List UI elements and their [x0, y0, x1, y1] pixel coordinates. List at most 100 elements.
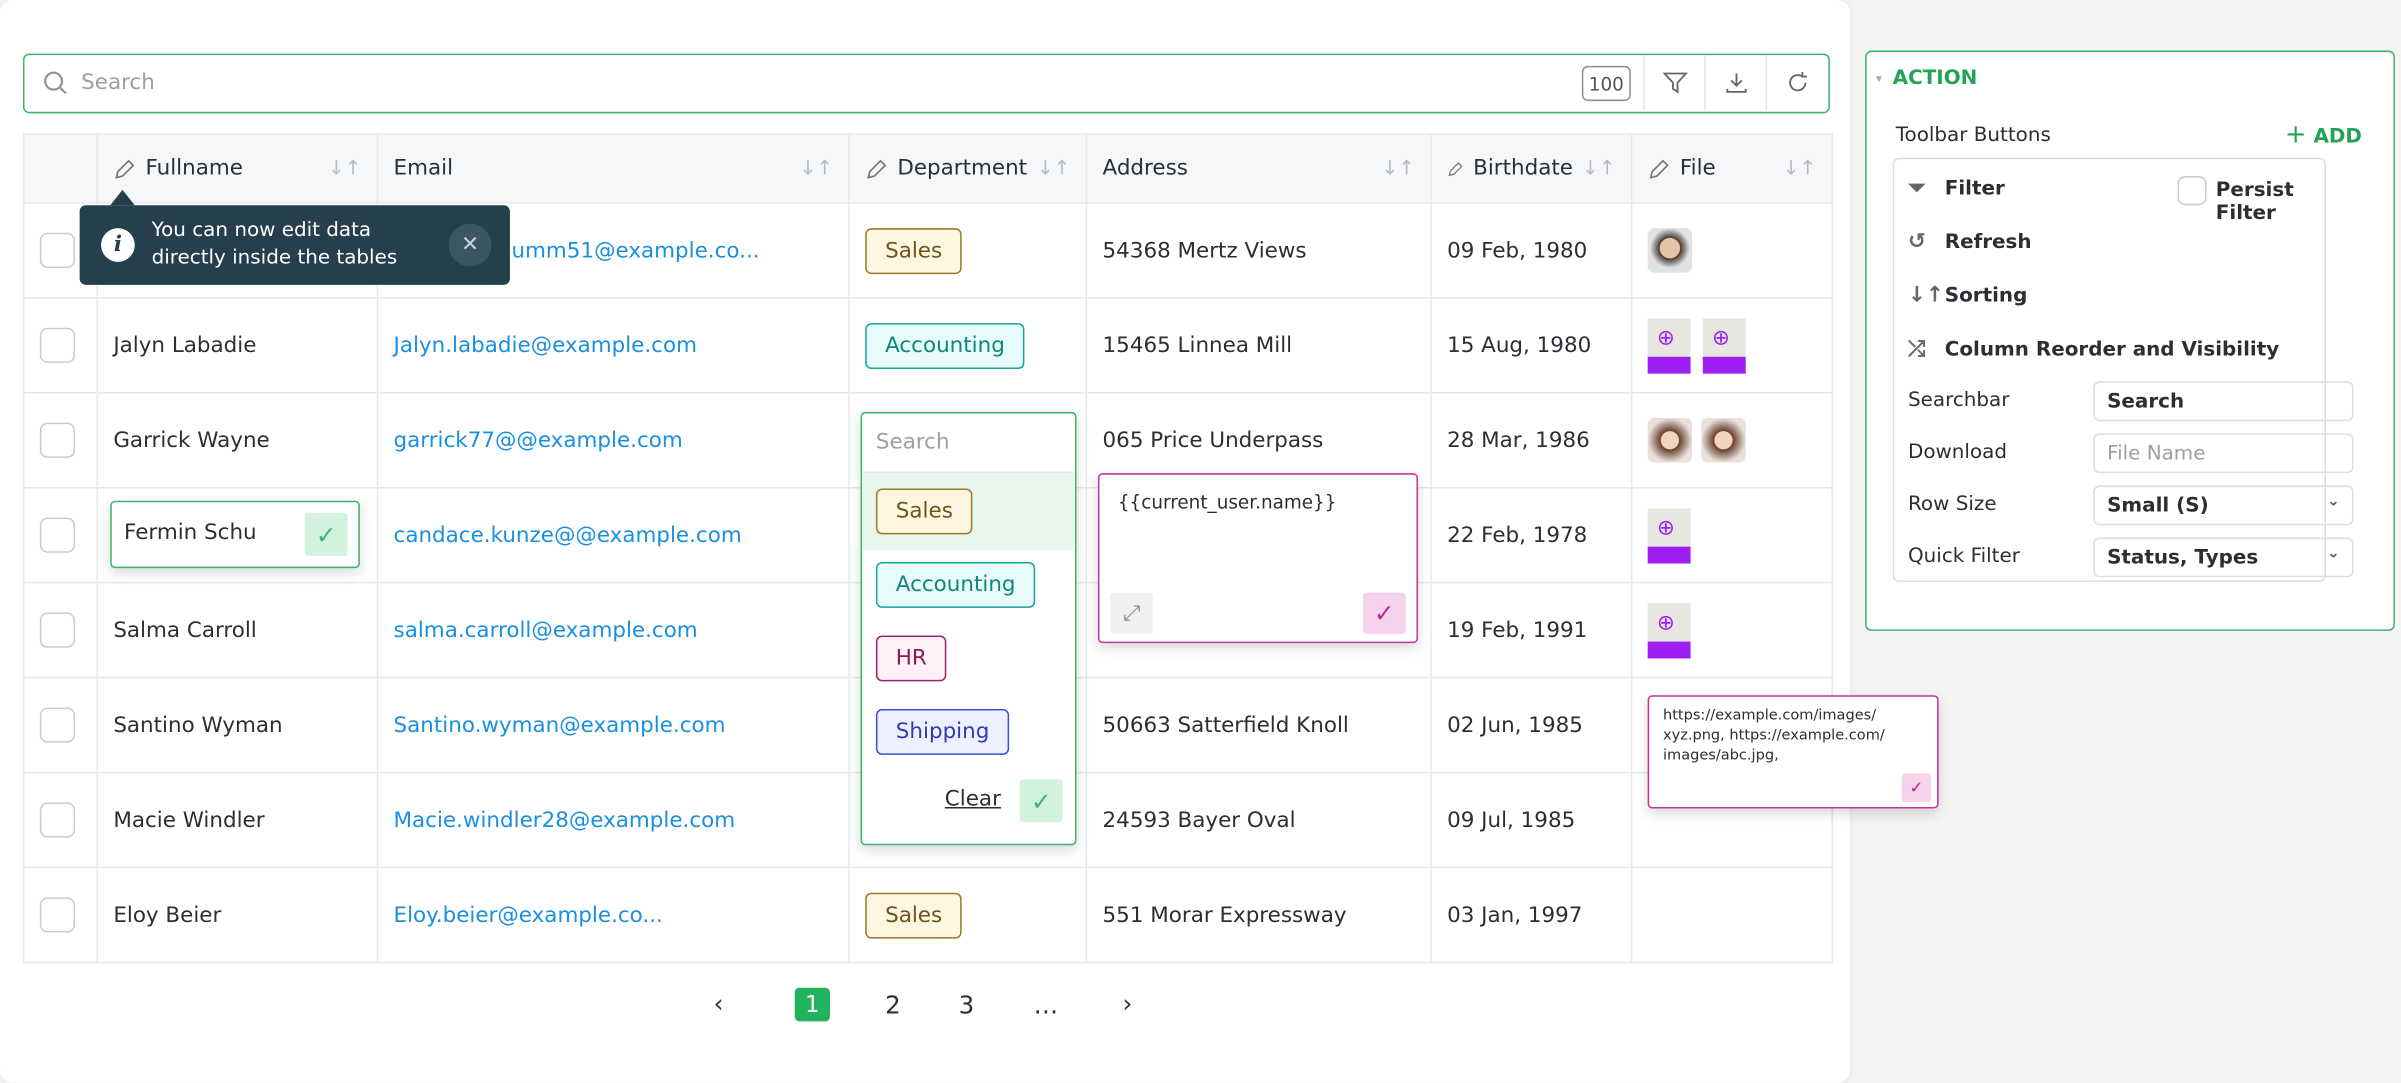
row-count-badge[interactable]: 100 — [1581, 65, 1631, 102]
email-cell[interactable]: salma.carroll@example.com — [376, 581, 850, 679]
toolbar-button-refresh[interactable]: ↺ Refresh — [1908, 230, 2032, 255]
department-option-shipping[interactable]: Shipping — [875, 708, 1010, 755]
email-link[interactable]: garrick77@@example.com — [394, 428, 683, 453]
fullname-cell[interactable]: Garrick Wayne — [96, 392, 379, 489]
column-header-fullname[interactable]: Fullname ↓↑ — [96, 133, 379, 204]
page-button-1[interactable]: 1 — [794, 987, 830, 1022]
email-link[interactable]: Santino.wyman@example.com — [394, 713, 726, 738]
toolbar-button-filter[interactable]: ⏷ Filter — [1908, 176, 2005, 201]
fullname-cell[interactable]: Salma Carroll — [96, 581, 379, 679]
fullname-cell[interactable]: Jalyn Labadie — [96, 297, 379, 394]
url-file-icon[interactable]: ⊕ — [1647, 507, 1691, 563]
row-checkbox[interactable] — [39, 327, 76, 363]
confirm-button[interactable]: ✓ — [1362, 592, 1406, 634]
birthdate-cell[interactable]: 02 Jun, 1985 — [1430, 676, 1633, 774]
fullname-editor[interactable]: Fermin Schu ✓ — [110, 500, 360, 569]
expand-button[interactable]: ⤢ — [1110, 592, 1154, 634]
confirm-button[interactable]: ✓ — [1901, 773, 1931, 803]
fullname-input[interactable]: Fermin Schu — [124, 521, 257, 546]
email-link[interactable]: umm51@example.co... — [511, 238, 759, 263]
toolbar-button-sorting[interactable]: ↓↑ Sorting — [1908, 283, 2027, 308]
column-header-email[interactable]: Email ↓↑ — [376, 133, 850, 204]
filter-button[interactable] — [1643, 55, 1704, 111]
department-cell[interactable]: Sales — [848, 866, 1088, 964]
url-file-icon[interactable]: ⊕ — [1702, 317, 1746, 373]
fullname-cell[interactable]: Eloy Beier — [96, 866, 379, 964]
email-link[interactable]: salma.carroll@example.com — [394, 618, 698, 643]
url-file-icon[interactable]: ⊕ — [1647, 317, 1691, 373]
file-cell[interactable]: ⊕ — [1630, 581, 1833, 679]
file-cell[interactable] — [1630, 392, 1833, 489]
file-cell[interactable]: ⊕ ⊕ — [1630, 297, 1833, 394]
row-checkbox[interactable] — [39, 517, 76, 553]
sort-icon[interactable]: ↓↑ — [1783, 157, 1816, 180]
page-button-3[interactable]: 3 — [959, 991, 975, 1020]
department-cell[interactable]: Accounting — [848, 297, 1088, 394]
fullname-cell[interactable]: Santino Wyman — [96, 676, 379, 774]
sort-icon[interactable]: ↓↑ — [1582, 157, 1615, 180]
file-cell[interactable] — [1630, 202, 1833, 299]
column-header-department[interactable]: Department ↓↑ — [848, 133, 1088, 204]
file-cell[interactable] — [1630, 866, 1833, 964]
email-cell[interactable]: candace.kunze@@example.com — [376, 486, 850, 584]
quick-filter-select[interactable]: Status, Types ⌄ — [2093, 537, 2354, 578]
email-cell[interactable]: Eloy.beier@example.co... — [376, 866, 850, 964]
page-button-2[interactable]: 2 — [885, 991, 901, 1020]
sort-icon[interactable]: ↓↑ — [328, 157, 361, 180]
row-checkbox[interactable] — [39, 897, 76, 933]
address-cell[interactable]: 50663 Satterfield Knoll — [1085, 676, 1432, 774]
search-bar[interactable]: Search 100 — [22, 53, 1830, 114]
persist-filter-checkbox[interactable] — [2177, 176, 2207, 206]
department-option-sales[interactable]: Sales — [875, 488, 973, 535]
birthdate-cell[interactable]: 09 Jul, 1985 — [1430, 771, 1633, 869]
prev-page-button[interactable]: ‹ — [714, 989, 724, 1018]
email-cell[interactable]: Jalyn.labadie@example.com — [376, 297, 850, 394]
text-editor-value[interactable]: {{current_user.name}} — [1118, 492, 1337, 513]
file-cell[interactable]: ⊕ — [1630, 486, 1833, 584]
sort-icon[interactable]: ↓↑ — [800, 157, 833, 180]
column-header-file[interactable]: File ↓↑ — [1630, 133, 1833, 204]
birthdate-cell[interactable]: 03 Jan, 1997 — [1430, 866, 1633, 964]
search-input[interactable]: Search — [81, 70, 155, 95]
email-cell[interactable]: Santino.wyman@example.com — [376, 676, 850, 774]
download-input[interactable]: File Name — [2093, 433, 2354, 474]
sort-icon[interactable]: ↓↑ — [1382, 157, 1415, 180]
confirm-button[interactable]: ✓ — [304, 512, 348, 556]
file-url-editor[interactable]: https://example.com/images/ xyz.png, htt… — [1647, 695, 1939, 809]
avatar-thumbnail[interactable] — [1647, 228, 1693, 273]
refresh-button[interactable] — [1765, 55, 1827, 111]
address-cell[interactable]: 24593 Bayer Oval — [1085, 771, 1432, 869]
department-option-hr[interactable]: HR — [875, 635, 947, 682]
email-link[interactable]: Eloy.beier@example.co... — [394, 903, 663, 928]
searchbar-input[interactable]: Search — [2093, 381, 2354, 422]
close-tooltip-button[interactable]: ✕ — [448, 223, 492, 267]
row-size-select[interactable]: Small (S) ⌄ — [2093, 485, 2354, 526]
row-checkbox[interactable] — [39, 232, 76, 268]
address-cell[interactable]: 54368 Mertz Views — [1085, 202, 1432, 299]
address-cell[interactable]: 15465 Linnea Mill — [1085, 297, 1432, 394]
sort-icon[interactable]: ↓↑ — [1037, 157, 1070, 180]
column-header-birthdate[interactable]: Birthdate ↓↑ — [1430, 133, 1633, 204]
collapse-caret-icon[interactable]: ▾ — [1876, 72, 1882, 86]
email-cell[interactable]: Macie.windler28@example.com — [376, 771, 850, 869]
birthdate-cell[interactable]: 19 Feb, 1991 — [1430, 581, 1633, 679]
row-checkbox[interactable] — [39, 422, 76, 458]
row-checkbox[interactable] — [39, 612, 76, 648]
email-link[interactable]: candace.kunze@@example.com — [394, 523, 742, 548]
email-cell[interactable]: garrick77@@example.com — [376, 392, 850, 489]
dropdown-search-input[interactable]: Search — [862, 413, 1074, 474]
download-button[interactable] — [1704, 55, 1765, 111]
address-cell[interactable]: 551 Morar Expressway — [1085, 866, 1432, 964]
department-option-accounting[interactable]: Accounting — [875, 561, 1036, 608]
birthdate-cell[interactable]: 15 Aug, 1980 — [1430, 297, 1633, 394]
birthdate-cell[interactable]: 28 Mar, 1986 — [1430, 392, 1633, 489]
column-header-address[interactable]: Address ↓↑ — [1085, 133, 1432, 204]
address-text-editor[interactable]: {{current_user.name}} ⤢ ✓ — [1097, 473, 1418, 644]
next-page-button[interactable]: › — [1122, 989, 1132, 1018]
url-file-icon[interactable]: ⊕ — [1647, 602, 1691, 658]
fullname-cell[interactable]: Macie Windler — [96, 771, 379, 869]
page-button-…[interactable]: … — [1034, 991, 1059, 1020]
clear-button[interactable]: Clear — [945, 787, 1001, 812]
avatar-thumbnail[interactable] — [1701, 418, 1746, 463]
email-link[interactable]: Jalyn.labadie@example.com — [394, 333, 697, 358]
